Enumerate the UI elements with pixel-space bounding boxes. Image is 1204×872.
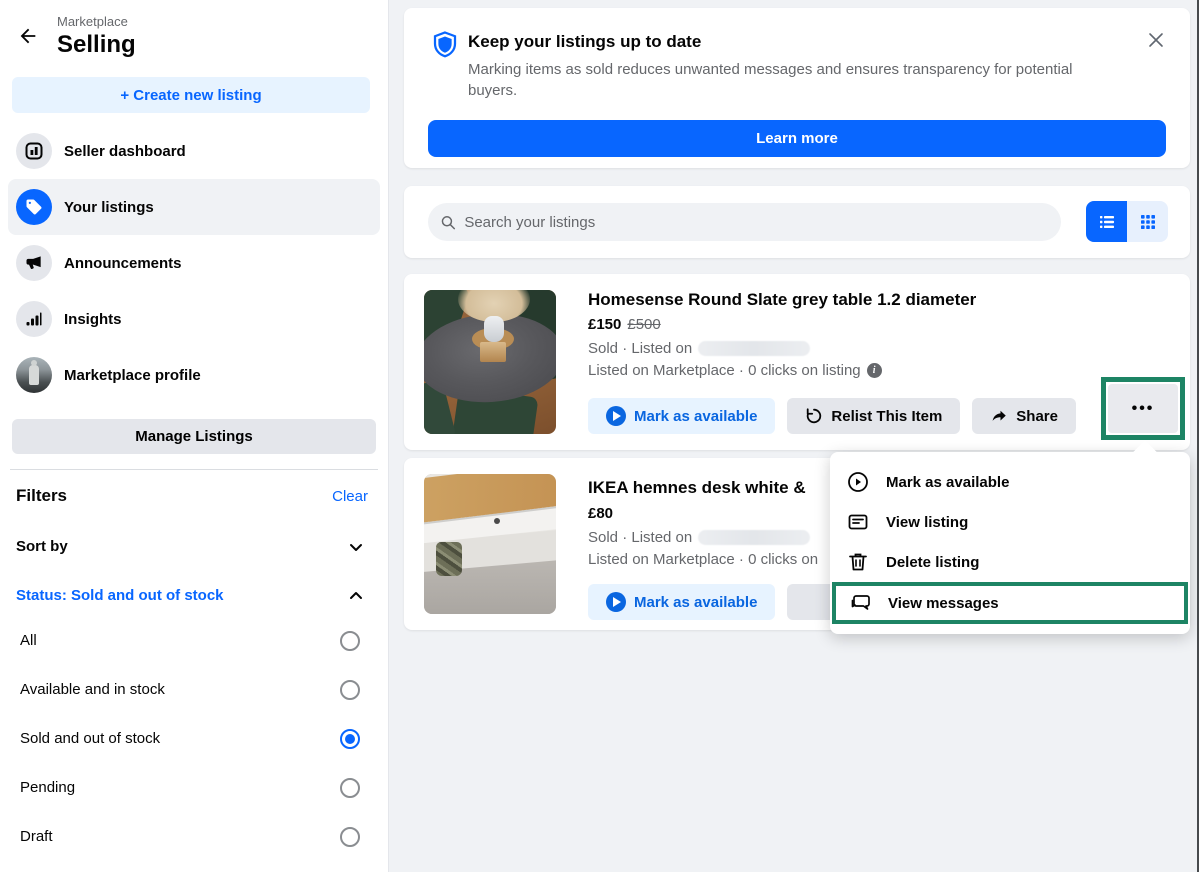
status-filter-label: Status: Sold and out of stock bbox=[16, 587, 224, 604]
mark-as-available-button[interactable]: Mark as available bbox=[588, 584, 775, 620]
radio-unchecked[interactable] bbox=[340, 680, 360, 700]
status-option-available[interactable]: Available and in stock bbox=[0, 665, 388, 714]
more-options-button[interactable]: ••• bbox=[1108, 384, 1178, 433]
listing-thumbnail[interactable] bbox=[424, 474, 556, 614]
chat-bubbles-icon bbox=[848, 591, 872, 615]
tag-icon bbox=[16, 189, 52, 225]
learn-more-button[interactable]: Learn more bbox=[428, 120, 1166, 157]
share-button[interactable]: Share bbox=[972, 398, 1076, 434]
create-new-listing-button[interactable]: + Create new listing bbox=[12, 77, 370, 113]
dashboard-icon bbox=[16, 133, 52, 169]
radio-unchecked[interactable] bbox=[340, 778, 360, 798]
radio-unchecked[interactable] bbox=[340, 827, 360, 847]
grid-view-icon bbox=[1138, 212, 1158, 232]
sidebar-item-insights[interactable]: Insights bbox=[8, 291, 380, 347]
sidebar-item-seller-dashboard[interactable]: Seller dashboard bbox=[8, 123, 380, 179]
update-listings-banner: Keep your listings up to date Marking it… bbox=[404, 8, 1190, 168]
chevron-up-icon bbox=[348, 588, 364, 604]
sidebar-item-marketplace-profile[interactable]: Marketplace profile bbox=[8, 347, 380, 403]
search-input[interactable] bbox=[464, 214, 1049, 231]
annotation-box-more: ••• bbox=[1101, 377, 1185, 440]
close-icon[interactable] bbox=[1142, 26, 1170, 54]
sidebar-item-your-listings[interactable]: Your listings bbox=[8, 179, 380, 235]
filters-title: Filters bbox=[16, 486, 67, 506]
play-icon bbox=[606, 592, 626, 612]
trash-icon bbox=[846, 550, 870, 574]
share-icon bbox=[990, 407, 1008, 425]
status-options: All Available and in stock Sold and out … bbox=[0, 616, 388, 861]
redacted-text bbox=[698, 530, 810, 545]
adjacent-window-edge bbox=[1197, 0, 1204, 872]
menu-item-mark-as-available[interactable]: Mark as available bbox=[830, 462, 1190, 502]
listing-thumbnail[interactable] bbox=[424, 290, 556, 434]
context-menu: Mark as available View listing Delete li… bbox=[830, 452, 1190, 634]
megaphone-icon bbox=[16, 245, 52, 281]
view-toggle bbox=[1086, 201, 1168, 242]
mark-as-available-button[interactable]: Mark as available bbox=[588, 398, 775, 434]
menu-item-delete-listing[interactable]: Delete listing bbox=[830, 542, 1190, 582]
info-icon[interactable]: i bbox=[867, 363, 882, 378]
listing-card-table: Homesense Round Slate grey table 1.2 dia… bbox=[404, 274, 1190, 450]
radio-checked[interactable] bbox=[340, 729, 360, 749]
sidebar-item-label: Marketplace profile bbox=[64, 367, 201, 384]
listing-title[interactable]: IKEA hemnes desk white & bbox=[588, 478, 806, 498]
listing-meta: Listed on Marketplace · 0 clicks on list… bbox=[588, 362, 861, 379]
menu-item-view-listing[interactable]: View listing bbox=[830, 502, 1190, 542]
sort-by-label: Sort by bbox=[16, 538, 68, 555]
note-icon bbox=[846, 510, 870, 534]
listing-title[interactable]: Homesense Round Slate grey table 1.2 dia… bbox=[588, 290, 976, 310]
sort-by-accordion[interactable]: Sort by bbox=[0, 538, 388, 555]
banner-body: Marking items as sold reduces unwanted m… bbox=[468, 59, 1098, 101]
insights-icon bbox=[16, 301, 52, 337]
banner-title: Keep your listings up to date bbox=[468, 32, 701, 52]
listing-price: £80 bbox=[588, 505, 613, 522]
listing-meta: Listed on Marketplace · 0 clicks on bbox=[588, 551, 818, 568]
relist-icon bbox=[805, 407, 823, 425]
sidebar-item-label: Your listings bbox=[64, 199, 154, 216]
listing-original-price: £500 bbox=[627, 316, 660, 333]
menu-item-view-messages[interactable]: View messages bbox=[832, 582, 1188, 624]
status-option-pending[interactable]: Pending bbox=[0, 763, 388, 812]
sidebar-item-label: Insights bbox=[64, 311, 122, 328]
sidebar: Marketplace Selling + Create new listing… bbox=[0, 0, 389, 872]
redacted-text bbox=[698, 341, 810, 356]
main-content: Keep your listings up to date Marking it… bbox=[390, 0, 1204, 872]
search-card bbox=[404, 186, 1190, 258]
listing-status: Sold · Listed on bbox=[588, 340, 692, 357]
sidebar-item-announcements[interactable]: Announcements bbox=[8, 235, 380, 291]
clear-filters-link[interactable]: Clear bbox=[332, 488, 368, 505]
chevron-down-icon bbox=[348, 539, 364, 555]
back-button[interactable] bbox=[14, 22, 42, 50]
profile-avatar bbox=[16, 357, 52, 393]
play-icon bbox=[606, 406, 626, 426]
sidebar-item-label: Announcements bbox=[64, 255, 182, 272]
sidebar-item-label: Seller dashboard bbox=[64, 143, 186, 160]
search-input-wrapper[interactable] bbox=[428, 203, 1061, 241]
listing-status: Sold · Listed on bbox=[588, 529, 692, 546]
play-circle-icon bbox=[846, 470, 870, 494]
breadcrumb: Marketplace bbox=[57, 14, 372, 29]
radio-unchecked[interactable] bbox=[340, 631, 360, 651]
shield-icon bbox=[430, 30, 460, 60]
listing-price: £150 bbox=[588, 316, 621, 333]
status-option-sold[interactable]: Sold and out of stock bbox=[0, 714, 388, 763]
relist-button[interactable]: Relist This Item bbox=[787, 398, 960, 434]
status-option-all[interactable]: All bbox=[0, 616, 388, 665]
sidebar-nav: Seller dashboard Your listings Announcem… bbox=[0, 113, 388, 403]
list-view-icon bbox=[1097, 212, 1117, 232]
back-arrow-icon bbox=[17, 25, 39, 47]
status-filter-accordion[interactable]: Status: Sold and out of stock bbox=[0, 587, 388, 604]
divider bbox=[10, 469, 378, 470]
list-view-button[interactable] bbox=[1086, 201, 1127, 242]
manage-listings-button[interactable]: Manage Listings bbox=[12, 419, 376, 454]
status-option-draft[interactable]: Draft bbox=[0, 812, 388, 861]
search-icon bbox=[440, 214, 456, 231]
grid-view-button[interactable] bbox=[1127, 201, 1168, 242]
sidebar-header: Marketplace Selling bbox=[0, 0, 388, 59]
page-title: Selling bbox=[57, 31, 372, 59]
